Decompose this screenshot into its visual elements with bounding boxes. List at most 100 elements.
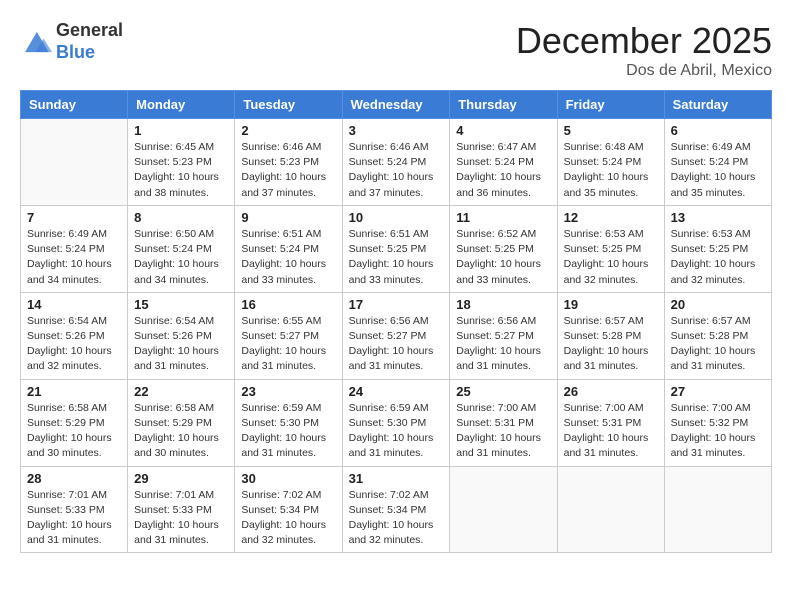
day-info: Sunrise: 6:46 AMSunset: 5:23 PMDaylight:… (241, 140, 335, 201)
calendar-day-cell: 12Sunrise: 6:53 AMSunset: 5:25 PMDayligh… (557, 205, 664, 292)
day-info: Sunrise: 6:59 AMSunset: 5:30 PMDaylight:… (241, 401, 335, 462)
calendar-day-cell: 1 Sunrise: 6:45 AMSunset: 5:23 PMDaylight… (128, 119, 235, 206)
day-info: Sunrise: 6:48 AMSunset: 5:24 PMDaylight:… (564, 140, 658, 201)
calendar-day-cell: 18 Sunrise: 6:56 AMSunset: 5:27 PMDayligh… (450, 292, 557, 379)
calendar-day-cell: 21 Sunrise: 6:58 AMSunset: 5:29 PMDayligh… (21, 379, 128, 466)
day-info: Sunrise: 6:56 AMSunset: 5:27 PMDaylight:… (456, 314, 550, 375)
day-info: Sunrise: 7:02 AMSunset: 5:34 PMDaylight:… (241, 488, 335, 549)
calendar-day-cell: 22 Sunrise: 6:58 AMSunset: 5:29 PMDayligh… (128, 379, 235, 466)
day-number: 13 (671, 210, 765, 225)
day-of-week-header: Saturday (664, 91, 771, 119)
day-number: 7 (27, 210, 121, 225)
day-info: Sunrise: 7:01 AMSunset: 5:33 PMDaylight:… (27, 488, 121, 549)
day-info: Sunrise: 6:54 AMSunset: 5:26 PMDaylight:… (27, 314, 121, 375)
calendar-day-cell: 17 Sunrise: 6:56 AMSunset: 5:27 PMDayligh… (342, 292, 450, 379)
calendar-day-cell (21, 119, 128, 206)
month-year-title: December 2025 (516, 20, 772, 62)
title-block: December 2025 Dos de Abril, Mexico (516, 20, 772, 80)
logo-icon (20, 28, 52, 56)
calendar-table: SundayMondayTuesdayWednesdayThursdayFrid… (20, 90, 772, 553)
day-info: Sunrise: 6:45 AMSunset: 5:23 PMDaylight:… (134, 140, 228, 201)
calendar-day-cell: 31 Sunrise: 7:02 AMSunset: 5:34 PMDayligh… (342, 466, 450, 553)
calendar-day-cell: 6 Sunrise: 6:49 AMSunset: 5:24 PMDaylight… (664, 119, 771, 206)
location-subtitle: Dos de Abril, Mexico (516, 62, 772, 80)
calendar-day-cell: 11 Sunrise: 6:52 AMSunset: 5:25 PMDayligh… (450, 205, 557, 292)
day-info: Sunrise: 7:02 AMSunset: 5:34 PMDaylight:… (349, 488, 444, 549)
day-info: Sunrise: 6:53 AMSunset: 5:25 PMDaylight:… (564, 227, 658, 288)
day-number: 5 (564, 123, 658, 138)
day-number: 11 (456, 210, 550, 225)
calendar-week-row: 7Sunrise: 6:49 AMSunset: 5:24 PMDaylight… (21, 205, 772, 292)
calendar-day-cell: 15Sunrise: 6:54 AMSunset: 5:26 PMDayligh… (128, 292, 235, 379)
day-number: 23 (241, 384, 335, 399)
day-of-week-header: Monday (128, 91, 235, 119)
day-info: Sunrise: 6:59 AMSunset: 5:30 PMDaylight:… (349, 401, 444, 462)
day-number: 18 (456, 297, 550, 312)
calendar-day-cell (664, 466, 771, 553)
day-number: 27 (671, 384, 765, 399)
day-number: 28 (27, 471, 121, 486)
day-number: 16 (241, 297, 335, 312)
day-info: Sunrise: 6:49 AMSunset: 5:24 PMDaylight:… (671, 140, 765, 201)
day-number: 8 (134, 210, 228, 225)
day-info: Sunrise: 6:57 AMSunset: 5:28 PMDaylight:… (671, 314, 765, 375)
calendar-header-row: SundayMondayTuesdayWednesdayThursdayFrid… (21, 91, 772, 119)
day-info: Sunrise: 6:51 AMSunset: 5:24 PMDaylight:… (241, 227, 335, 288)
day-number: 3 (349, 123, 444, 138)
day-info: Sunrise: 6:50 AMSunset: 5:24 PMDaylight:… (134, 227, 228, 288)
calendar-day-cell: 19 Sunrise: 6:57 AMSunset: 5:28 PMDayligh… (557, 292, 664, 379)
calendar-day-cell: 27 Sunrise: 7:00 AMSunset: 5:32 PMDayligh… (664, 379, 771, 466)
day-number: 26 (564, 384, 658, 399)
day-number: 21 (27, 384, 121, 399)
day-info: Sunrise: 6:54 AMSunset: 5:26 PMDaylight:… (134, 314, 228, 375)
day-number: 24 (349, 384, 444, 399)
day-number: 17 (349, 297, 444, 312)
day-number: 4 (456, 123, 550, 138)
day-of-week-header: Sunday (21, 91, 128, 119)
calendar-week-row: 21 Sunrise: 6:58 AMSunset: 5:29 PMDayligh… (21, 379, 772, 466)
day-number: 29 (134, 471, 228, 486)
day-info: Sunrise: 6:52 AMSunset: 5:25 PMDaylight:… (456, 227, 550, 288)
day-of-week-header: Friday (557, 91, 664, 119)
day-number: 19 (564, 297, 658, 312)
day-info: Sunrise: 6:58 AMSunset: 5:29 PMDaylight:… (134, 401, 228, 462)
day-number: 31 (349, 471, 444, 486)
day-info: Sunrise: 6:56 AMSunset: 5:27 PMDaylight:… (349, 314, 444, 375)
calendar-day-cell: 5 Sunrise: 6:48 AMSunset: 5:24 PMDaylight… (557, 119, 664, 206)
calendar-day-cell: 25Sunrise: 7:00 AMSunset: 5:31 PMDayligh… (450, 379, 557, 466)
calendar-week-row: 14 Sunrise: 6:54 AMSunset: 5:26 PMDayligh… (21, 292, 772, 379)
day-info: Sunrise: 6:57 AMSunset: 5:28 PMDaylight:… (564, 314, 658, 375)
calendar-day-cell: 2Sunrise: 6:46 AMSunset: 5:23 PMDaylight… (235, 119, 342, 206)
calendar-day-cell: 10 Sunrise: 6:51 AMSunset: 5:25 PMDayligh… (342, 205, 450, 292)
day-info: Sunrise: 7:00 AMSunset: 5:31 PMDaylight:… (564, 401, 658, 462)
calendar-day-cell (557, 466, 664, 553)
calendar-week-row: 28 Sunrise: 7:01 AMSunset: 5:33 PMDayligh… (21, 466, 772, 553)
day-number: 22 (134, 384, 228, 399)
day-info: Sunrise: 7:01 AMSunset: 5:33 PMDaylight:… (134, 488, 228, 549)
calendar-day-cell: 9Sunrise: 6:51 AMSunset: 5:24 PMDaylight… (235, 205, 342, 292)
day-info: Sunrise: 6:51 AMSunset: 5:25 PMDaylight:… (349, 227, 444, 288)
calendar-day-cell: 30Sunrise: 7:02 AMSunset: 5:34 PMDayligh… (235, 466, 342, 553)
day-number: 14 (27, 297, 121, 312)
calendar-day-cell: 8 Sunrise: 6:50 AMSunset: 5:24 PMDaylight… (128, 205, 235, 292)
day-info: Sunrise: 7:00 AMSunset: 5:31 PMDaylight:… (456, 401, 550, 462)
day-of-week-header: Thursday (450, 91, 557, 119)
day-number: 6 (671, 123, 765, 138)
day-info: Sunrise: 6:55 AMSunset: 5:27 PMDaylight:… (241, 314, 335, 375)
day-info: Sunrise: 6:58 AMSunset: 5:29 PMDaylight:… (27, 401, 121, 462)
calendar-day-cell: 14 Sunrise: 6:54 AMSunset: 5:26 PMDayligh… (21, 292, 128, 379)
day-info: Sunrise: 6:53 AMSunset: 5:25 PMDaylight:… (671, 227, 765, 288)
day-number: 20 (671, 297, 765, 312)
calendar-day-cell (450, 466, 557, 553)
logo-general-text: General (56, 20, 123, 40)
calendar-day-cell: 26 Sunrise: 7:00 AMSunset: 5:31 PMDayligh… (557, 379, 664, 466)
logo-blue-text: Blue (56, 42, 95, 62)
calendar-day-cell: 3Sunrise: 6:46 AMSunset: 5:24 PMDaylight… (342, 119, 450, 206)
calendar-day-cell: 13 Sunrise: 6:53 AMSunset: 5:25 PMDayligh… (664, 205, 771, 292)
day-number: 1 (134, 123, 228, 138)
day-number: 10 (349, 210, 444, 225)
calendar-day-cell: 28 Sunrise: 7:01 AMSunset: 5:33 PMDayligh… (21, 466, 128, 553)
page-header: General Blue December 2025 Dos de Abril,… (20, 20, 772, 80)
day-info: Sunrise: 7:00 AMSunset: 5:32 PMDaylight:… (671, 401, 765, 462)
logo: General Blue (20, 20, 123, 63)
